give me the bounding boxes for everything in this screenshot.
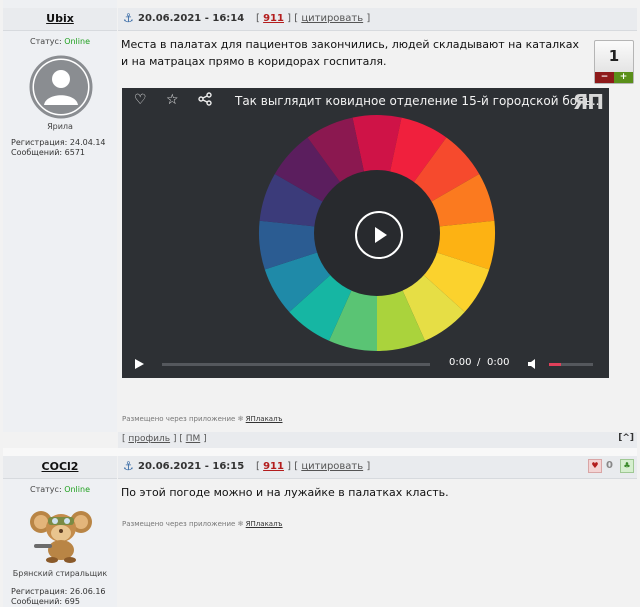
user-nick-cell: COCl2 <box>3 456 117 479</box>
app-link[interactable]: ЯПлакалъ <box>246 415 283 423</box>
posted-via: Размещено через приложение ❃ ЯПлакалъ <box>122 520 283 528</box>
user-status: Статус: Online <box>3 37 117 46</box>
msg-count: Сообщений: 6571 <box>11 148 85 157</box>
quote-link[interactable]: цитировать <box>301 461 363 472</box>
user-reg-info: Регистрация: 26.06.16 Сообщений: 695 <box>3 587 125 607</box>
msg-count: Сообщений: 695 <box>11 597 80 606</box>
reg-date: Регистрация: 24.04.14 <box>11 138 106 147</box>
posted-via: Размещено через приложение ❃ ЯПлакалъ <box>122 415 283 423</box>
app-icon: ❃ <box>237 415 244 423</box>
vote-plus-button[interactable]: + <box>614 72 633 83</box>
post-text: Места в палатах для пациентов закончилис… <box>121 38 580 68</box>
post-footer: [ профиль ] [ ПМ ] [^] <box>118 432 637 448</box>
volume-icon[interactable] <box>527 358 539 370</box>
profile-link[interactable]: профиль <box>128 434 170 444</box>
scroll-top-button[interactable]: [^] <box>618 433 634 443</box>
user-rank: Брянский стиральщик <box>12 569 108 578</box>
post-header-links: [ 911 ] [ цитировать ] <box>256 13 371 24</box>
anchor-icon[interactable]: ⚓ <box>123 459 134 473</box>
reg-date: Регистрация: 26.06.16 <box>11 587 106 596</box>
pm-link[interactable]: ПМ <box>186 434 201 444</box>
time-separator: / <box>477 357 481 368</box>
video-controls: 0:00 / 0:00 <box>122 350 609 378</box>
share-icon[interactable] <box>198 92 212 110</box>
volume-slider[interactable] <box>549 363 593 366</box>
default-avatar-icon <box>29 55 93 119</box>
user-reg-info: Регистрация: 24.04.14 Сообщений: 6571 <box>3 138 125 158</box>
rating-value: 0 <box>606 460 613 471</box>
play-icon <box>375 227 387 243</box>
play-button[interactable] <box>355 211 403 259</box>
status-label: Статус: <box>30 37 62 46</box>
status-label: Статус: <box>30 485 62 494</box>
video-player[interactable]: ♡ ☆ Так выглядит ковидное отделение 15-й… <box>122 88 609 378</box>
post-text: По этой погоде можно и на лужайке в пала… <box>121 486 449 499</box>
post-number-link[interactable]: 911 <box>263 13 284 24</box>
post-header: ⚓ 20.06.2021 - 16:15 [ 911 ] [ цитироват… <box>118 456 637 479</box>
anchor-icon[interactable]: ⚓ <box>123 11 134 25</box>
post-date: 20.06.2021 - 16:14 <box>138 13 245 24</box>
quote-link[interactable]: цитировать <box>301 13 363 24</box>
app-icon: ❃ <box>237 520 244 528</box>
posted-via-text: Размещено через приложение <box>122 415 236 423</box>
time-current: 0:00 <box>449 357 472 368</box>
user-nick-link[interactable]: Ubix <box>46 12 74 25</box>
status-online: Online <box>64 485 90 494</box>
progress-bar[interactable] <box>162 363 430 366</box>
cartoon-avatar-icon <box>30 511 92 563</box>
post-number-link[interactable]: 911 <box>263 461 284 472</box>
post-header: ⚓ 20.06.2021 - 16:14 [ 911 ] [ цитироват… <box>118 8 637 31</box>
vote-up-icon[interactable]: ♣ <box>620 459 634 473</box>
heart-icon[interactable]: ♡ <box>134 92 147 108</box>
star-icon[interactable]: ☆ <box>166 92 179 108</box>
user-nick-cell: Ubix <box>3 8 117 31</box>
user-rank: Ярила <box>47 122 73 131</box>
yap-logo: ЯП <box>572 90 604 114</box>
status-online: Online <box>64 37 90 46</box>
app-link[interactable]: ЯПлакалъ <box>246 520 283 528</box>
posted-via-text: Размещено через приложение <box>122 520 236 528</box>
user-status: Статус: Online <box>3 485 117 494</box>
video-title[interactable]: Так выглядит ковидное отделение 15-й гор… <box>235 94 603 108</box>
post-separator <box>3 448 637 456</box>
vote-down-icon[interactable]: ♥ <box>588 459 602 473</box>
vote-minus-button[interactable]: − <box>595 72 614 83</box>
post-date: 20.06.2021 - 16:15 <box>138 461 245 472</box>
avatar[interactable] <box>28 500 94 564</box>
post-header-links: [ 911 ] [ цитировать ] <box>256 461 371 472</box>
rating-value: 1 <box>608 47 620 65</box>
avatar[interactable] <box>29 55 93 119</box>
time-total: 0:00 <box>487 357 510 368</box>
rating-box: 1 − + <box>594 40 634 84</box>
small-play-icon[interactable] <box>133 358 145 370</box>
user-nick-link[interactable]: COCl2 <box>42 460 79 473</box>
